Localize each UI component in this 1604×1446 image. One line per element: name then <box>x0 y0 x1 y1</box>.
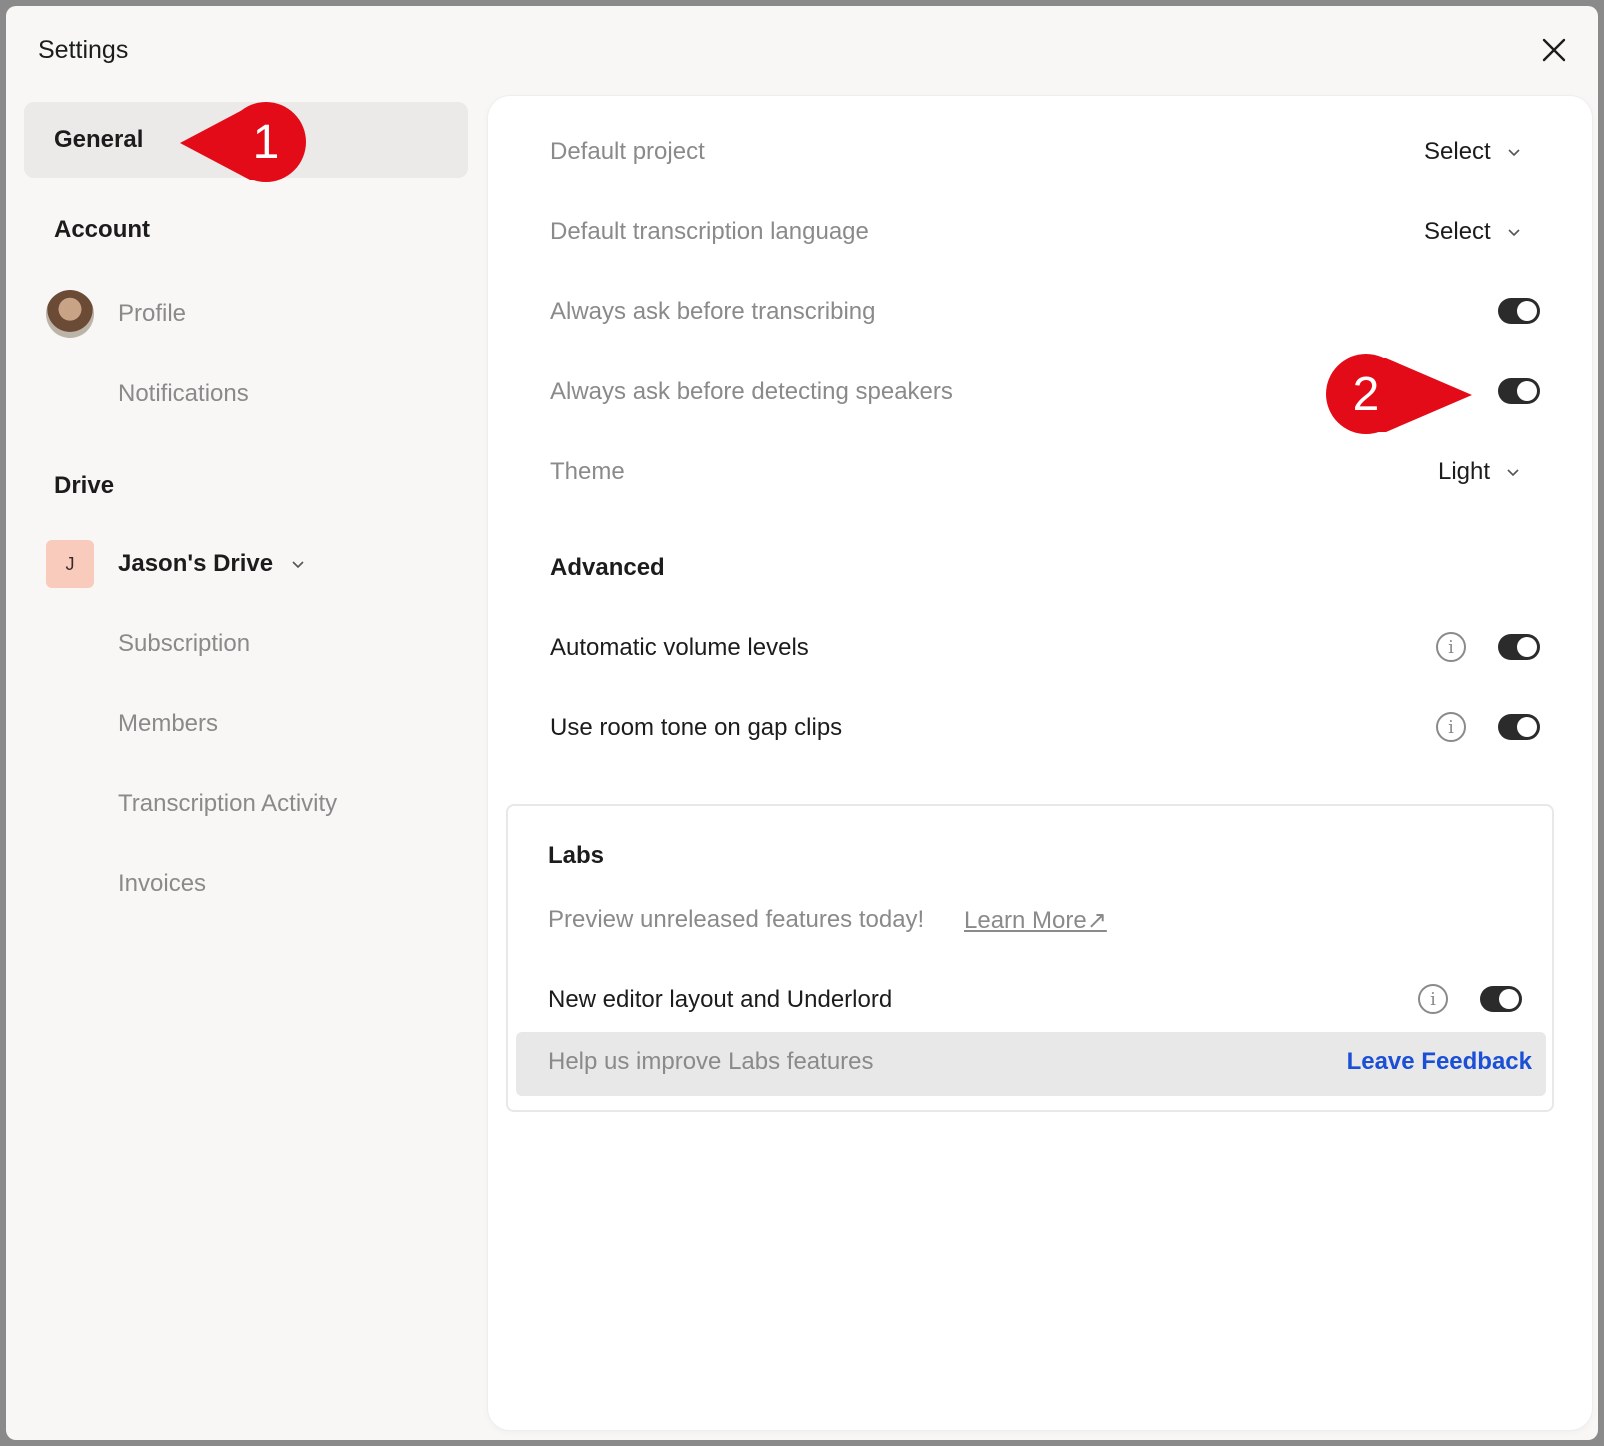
auto-volume-label: Automatic volume levels <box>550 634 809 661</box>
labs-section: Labs Preview unreleased features today! … <box>506 804 1554 1112</box>
default-language-select[interactable]: Select <box>1424 218 1521 246</box>
sidebar-item-notifications[interactable]: Notifications <box>118 380 249 408</box>
auto-volume-toggle[interactable] <box>1498 634 1540 660</box>
advanced-heading: Advanced <box>550 554 665 581</box>
settings-panel: Default project Select Default transcrip… <box>488 96 1592 1430</box>
sidebar-heading-drive: Drive <box>54 472 115 499</box>
chevron-down-icon <box>1508 229 1520 237</box>
new-editor-toggle[interactable] <box>1480 986 1522 1012</box>
learn-more-link[interactable]: Learn More↗ <box>964 906 1107 935</box>
ask-transcribing-label: Always ask before transcribing <box>550 298 876 325</box>
room-tone-label: Use room tone on gap clips <box>550 714 843 741</box>
annotation-callout-2: 2 <box>1326 354 1406 434</box>
sidebar-item-transcription-activity[interactable]: Transcription Activity <box>118 790 337 818</box>
ask-transcribing-toggle[interactable] <box>1498 298 1540 324</box>
info-icon[interactable]: i <box>1436 632 1466 662</box>
sidebar-item-members[interactable]: Members <box>118 710 218 738</box>
ask-speakers-label: Always ask before detecting speakers <box>550 378 953 405</box>
window-title: Settings <box>38 36 129 64</box>
avatar <box>46 290 94 338</box>
drive-badge: J <box>46 540 94 588</box>
chevron-down-icon <box>1508 149 1520 157</box>
sidebar-item-subscription[interactable]: Subscription <box>118 630 250 658</box>
theme-value: Light <box>1438 458 1491 485</box>
info-icon[interactable]: i <box>1418 984 1448 1014</box>
settings-window: Settings General Account Profile Notific… <box>6 6 1598 1440</box>
labs-preview-text: Preview unreleased features today! <box>548 906 925 933</box>
theme-label: Theme <box>550 458 625 485</box>
labs-heading: Labs <box>548 842 605 869</box>
default-project-label: Default project <box>550 138 705 165</box>
default-project-value: Select <box>1424 138 1491 165</box>
chevron-down-icon <box>292 561 304 569</box>
chevron-down-icon <box>1507 469 1519 477</box>
feedback-help-text: Help us improve Labs features <box>548 1048 874 1075</box>
drive-name: Jason's Drive <box>118 550 274 577</box>
default-project-select[interactable]: Select <box>1424 138 1521 166</box>
default-language-value: Select <box>1424 218 1491 245</box>
sidebar-item-label: General <box>54 126 144 153</box>
info-icon[interactable]: i <box>1436 712 1466 742</box>
room-tone-toggle[interactable] <box>1498 714 1540 740</box>
close-icon[interactable] <box>1536 32 1572 68</box>
sidebar-item-profile[interactable]: Profile <box>118 300 186 328</box>
sidebar-item-invoices[interactable]: Invoices <box>118 870 206 898</box>
feedback-bar: Help us improve Labs features Leave Feed… <box>516 1032 1546 1096</box>
new-editor-label: New editor layout and Underlord <box>548 986 893 1013</box>
ask-speakers-toggle[interactable] <box>1498 378 1540 404</box>
default-language-label: Default transcription language <box>550 218 869 245</box>
leave-feedback-link[interactable]: Leave Feedback <box>1347 1048 1532 1076</box>
annotation-callout-1: 1 <box>226 102 306 182</box>
drive-selector[interactable]: Jason's Drive <box>118 550 305 578</box>
theme-select[interactable]: Light <box>1438 458 1520 486</box>
sidebar-heading-account: Account <box>54 216 150 243</box>
